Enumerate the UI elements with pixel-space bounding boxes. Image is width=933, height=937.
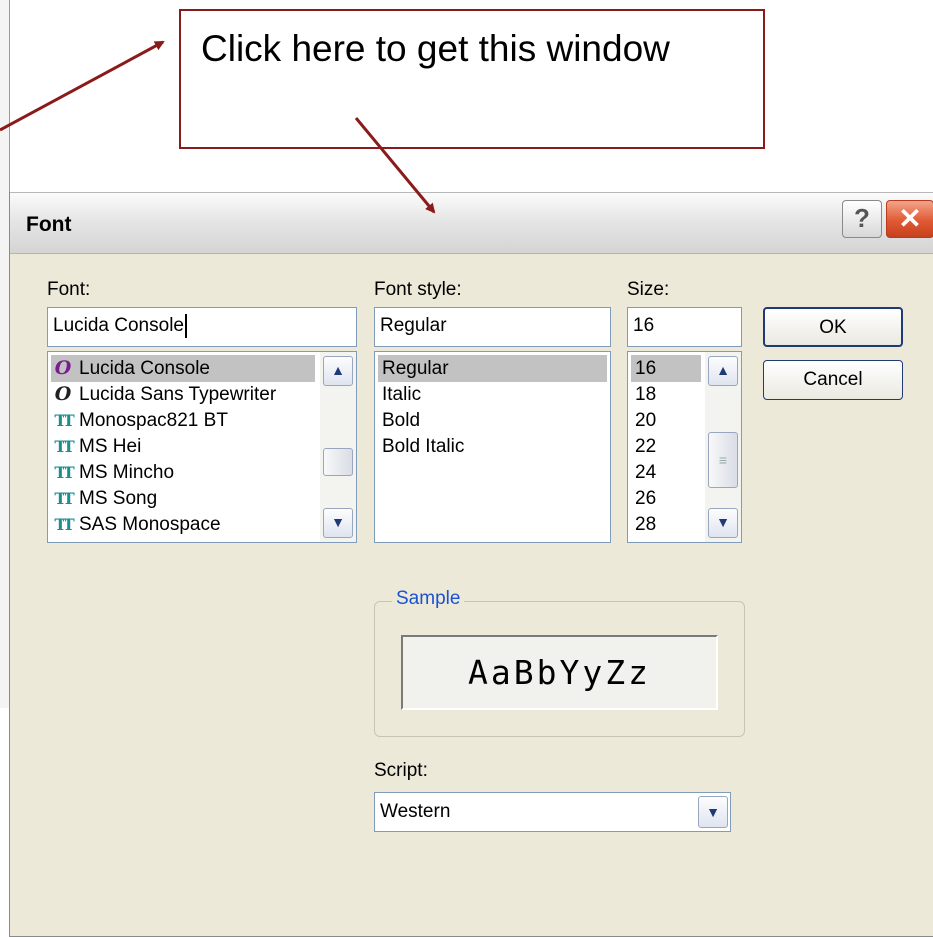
font-name: Lucida Sans Typewriter — [79, 384, 277, 405]
font-style-item[interactable]: Bold — [378, 407, 607, 434]
font-label: Font: — [47, 279, 91, 300]
font-list-item[interactable]: TT MS Mincho — [51, 459, 315, 486]
callout-box: Click here to get this window — [179, 9, 765, 149]
arrow-to-menu — [0, 40, 165, 132]
script-select[interactable]: Western ▼ — [374, 792, 731, 832]
size-item[interactable]: 20 — [631, 407, 701, 434]
font-style-list[interactable]: Regular Italic Bold Bold Italic — [374, 351, 611, 543]
chevron-down-icon: ▼ — [716, 514, 730, 530]
font-list-scrollbar[interactable]: ▲ ▼ — [320, 352, 356, 542]
chevron-up-icon: ▲ — [331, 362, 345, 378]
truetype-icon: TT — [54, 515, 74, 534]
size-item[interactable]: 24 — [631, 459, 701, 486]
ok-button[interactable]: OK — [763, 307, 903, 347]
font-name-input[interactable]: Lucida Console — [47, 307, 357, 347]
font-list-item[interactable]: TT SAS Monospace — [51, 511, 315, 538]
font-name: MS Hei — [79, 436, 142, 457]
text-caret — [184, 313, 187, 338]
size-item[interactable]: 18 — [631, 381, 701, 408]
font-name: Monospac821 BT — [79, 410, 228, 431]
font-name: Lucida Console — [79, 358, 210, 379]
font-style-item[interactable]: Bold Italic — [378, 433, 607, 460]
font-list-item[interactable]: TT MS Song — [51, 485, 315, 512]
font-style-input[interactable]: Regular — [374, 307, 611, 347]
scroll-thumb[interactable] — [323, 448, 353, 476]
script-label: Script: — [374, 760, 428, 781]
font-style-label: Font style: — [374, 279, 462, 300]
chevron-up-icon: ▲ — [716, 362, 730, 378]
truetype-icon: TT — [54, 463, 74, 482]
chevron-down-icon: ▼ — [706, 804, 720, 820]
truetype-icon: TT — [54, 411, 74, 430]
size-label: Size: — [627, 279, 670, 300]
size-item[interactable]: 28 — [631, 511, 701, 538]
font-name: SAS Monospace — [79, 514, 221, 535]
script-dropdown-button[interactable]: ▼ — [698, 796, 728, 828]
sample-group: Sample AaBbYyZz — [374, 588, 745, 737]
close-icon: ✕ — [898, 203, 922, 234]
title-bar[interactable]: Font ? ✕ — [10, 192, 933, 254]
opentype-icon: O — [54, 383, 72, 405]
font-list[interactable]: O Lucida Console O Lucida Sans Typewriter TT… — [47, 351, 357, 543]
truetype-icon: TT — [54, 489, 74, 508]
dialog-body: Font: Lucida Console O Lucida Console O Luc… — [10, 254, 933, 937]
font-list-item[interactable]: TT MS Hei — [51, 433, 315, 460]
help-button[interactable]: ? — [842, 200, 882, 238]
truetype-icon: TT — [54, 437, 74, 456]
font-list-item[interactable]: O Lucida Sans Typewriter — [51, 381, 315, 408]
size-list-scrollbar[interactable]: ▲ ≡ ▼ — [705, 352, 741, 542]
size-item[interactable]: 26 — [631, 485, 701, 512]
font-dialog: Font ? ✕ Font: Lucida Console O Lucida Co… — [9, 192, 933, 937]
scroll-down-button[interactable]: ▼ — [708, 508, 738, 538]
font-name: MS Mincho — [79, 462, 175, 483]
font-style-item[interactable]: Italic — [378, 381, 607, 408]
size-input[interactable]: 16 — [627, 307, 742, 347]
scroll-down-button[interactable]: ▼ — [323, 508, 353, 538]
close-button[interactable]: ✕ — [886, 200, 933, 238]
sample-label: Sample — [392, 588, 465, 610]
script-value: Western — [380, 801, 451, 822]
opentype-icon: O — [54, 357, 72, 379]
sample-preview: AaBbYyZz — [401, 635, 718, 710]
chevron-down-icon: ▼ — [331, 514, 345, 530]
size-item[interactable]: 22 — [631, 433, 701, 460]
scroll-thumb[interactable]: ≡ — [708, 432, 738, 488]
font-list-item[interactable]: O Lucida Console — [51, 355, 315, 382]
dialog-title: Font — [26, 213, 72, 236]
font-style-item[interactable]: Regular — [378, 355, 607, 382]
scroll-up-button[interactable]: ▲ — [708, 356, 738, 386]
size-item[interactable]: 16 — [631, 355, 701, 382]
grip-icon: ≡ — [718, 452, 728, 468]
font-name: MS Song — [79, 488, 158, 509]
callout-text: Click here to get this window — [201, 28, 670, 69]
scroll-up-button[interactable]: ▲ — [323, 356, 353, 386]
cancel-button[interactable]: Cancel — [763, 360, 903, 400]
size-list[interactable]: 16 18 20 22 24 26 28 ▲ ≡ ▼ — [627, 351, 742, 543]
font-list-item[interactable]: TT Monospac821 BT — [51, 407, 315, 434]
